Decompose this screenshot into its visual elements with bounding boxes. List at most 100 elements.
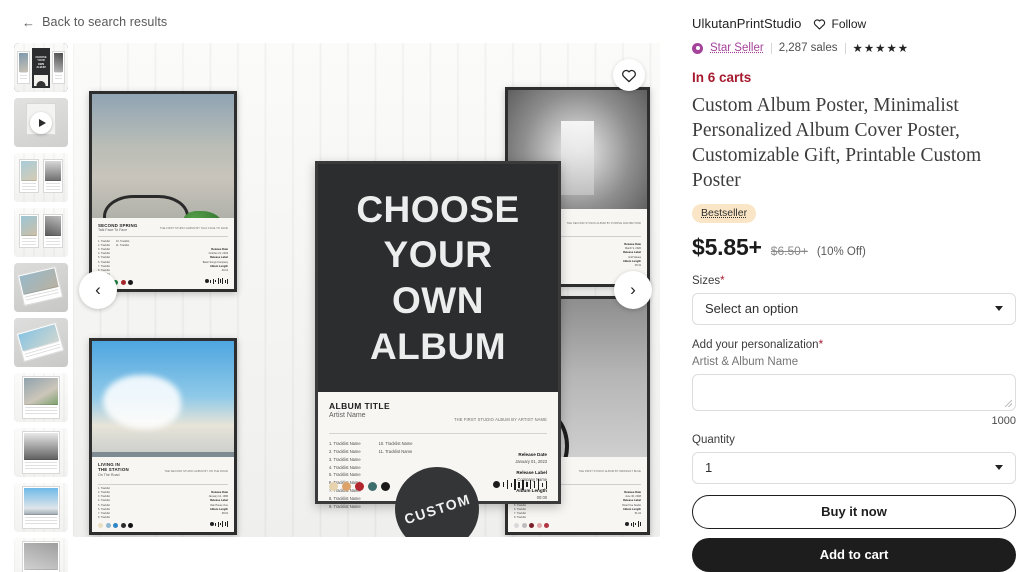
gallery-prev-button[interactable]: ‹ bbox=[79, 271, 117, 309]
thumbnail-image bbox=[14, 263, 68, 312]
shop-name-link[interactable]: UlkutanPrintStudio bbox=[692, 16, 801, 31]
meta-value: Basic Songs Company bbox=[202, 260, 228, 264]
shop-row: UlkutanPrintStudio Follow bbox=[692, 16, 1016, 31]
sizes-select-value: Select an option bbox=[705, 301, 799, 317]
rating-stars[interactable]: ★★★★★ bbox=[853, 41, 910, 55]
thumbnail-angled-sky[interactable] bbox=[14, 318, 68, 367]
star-seller-link[interactable]: Star Seller bbox=[710, 42, 764, 54]
chevron-left-icon: ‹ bbox=[95, 280, 101, 299]
quantity-select[interactable]: 1 bbox=[692, 451, 1016, 484]
bestseller-badge[interactable]: Bestseller bbox=[692, 203, 757, 223]
thumbnail-pair-map-corridor[interactable] bbox=[14, 153, 68, 202]
meta-label: Release Date bbox=[518, 452, 547, 457]
meta-value: March 9, 2020 bbox=[625, 247, 641, 251]
poster-note: THE FIRST STUDIO ALBUM BY MIDNIGHT BLUE bbox=[578, 469, 641, 473]
meta-value: 51:22 bbox=[634, 512, 641, 515]
character-counter: 1000 bbox=[991, 414, 1016, 427]
original-price: $6.50+ bbox=[770, 243, 808, 258]
sizes-select[interactable]: Select an option bbox=[692, 292, 1016, 325]
hero-headline: CHOOSE YOUR OWN ALBUM bbox=[318, 164, 558, 392]
hero-poster-choose-your-own-album: CHOOSE YOUR OWN ALBUM ALBUM TITLE Artist… bbox=[315, 161, 561, 509]
thumbnail-image bbox=[14, 153, 68, 202]
thumbnail-video[interactable] bbox=[14, 98, 68, 147]
chevron-down-icon bbox=[995, 306, 1003, 312]
poster-barcode-icon bbox=[204, 278, 228, 284]
thumbnail-darkness-of-lives[interactable] bbox=[14, 428, 68, 477]
thumbnail-image bbox=[14, 428, 68, 477]
poster-meta: Release Date October 21, 2019 Release La… bbox=[203, 248, 228, 273]
back-to-search-results-link[interactable]: ← Back to search results bbox=[22, 15, 167, 29]
thumbnail-second-spring[interactable] bbox=[14, 373, 68, 422]
in-carts-label: In 6 carts bbox=[692, 70, 752, 85]
thumbnail-image bbox=[14, 98, 68, 147]
personalization-label: Add your personalization* bbox=[692, 339, 1016, 351]
chevron-right-icon: › bbox=[630, 280, 636, 299]
product-page: ← Back to search results CHOOSE YOUR OWN AL… bbox=[0, 0, 1024, 572]
poster-swatches bbox=[98, 523, 228, 528]
poster-meta: Release Date March 9, 2020 Release Label… bbox=[623, 243, 641, 268]
custom-badge-label: CUSTOM bbox=[401, 490, 473, 528]
divider bbox=[844, 42, 846, 54]
hero-meta: Release Date January 01, 2023 Release La… bbox=[515, 447, 547, 501]
poster-subtitle: On The Road bbox=[98, 472, 120, 477]
personalization-input[interactable] bbox=[692, 373, 1016, 411]
star-seller-badge-icon bbox=[692, 42, 703, 54]
sales-count: 2,287 sales bbox=[778, 42, 838, 54]
hero-album-title: ALBUM TITLE bbox=[329, 401, 391, 411]
poster-info-panel: LIVING IN THE STATION On The Road THE SE… bbox=[92, 456, 234, 532]
meta-value: October 21, 2019 bbox=[208, 252, 228, 256]
play-icon bbox=[30, 111, 52, 134]
thumbnail-living-in-the-station[interactable] bbox=[14, 483, 68, 532]
listing-details-panel: UlkutanPrintStudio Follow Star Seller 2,… bbox=[692, 16, 1016, 572]
poster-meta: Release Date June 30, 2008 Release Label… bbox=[622, 491, 641, 516]
hero-tracklist-col1: 1. Tracklist Name 2. Tracklist Name 3. Tra… bbox=[329, 440, 361, 510]
favorite-button[interactable] bbox=[613, 59, 645, 91]
thumbnail-hero-choose-your-own-album[interactable]: CHOOSE YOUR OWN ALBUM bbox=[14, 43, 68, 92]
thumbnail-colorful-dreams-hotel[interactable] bbox=[14, 538, 68, 572]
thumbnail-rail[interactable]: CHOOSE YOUR OWN ALBUM bbox=[14, 43, 68, 572]
resize-grip-icon[interactable] bbox=[1005, 399, 1012, 407]
add-to-cart-button[interactable]: Add to cart bbox=[692, 537, 1016, 572]
thumbnail-image bbox=[14, 318, 68, 367]
personalization-sub-label: Artist & Album Name bbox=[692, 355, 799, 368]
poster-note: THE SECOND STUDIO ALBUM BY ON THE ROAD bbox=[164, 469, 228, 473]
required-marker: * bbox=[818, 338, 824, 351]
meta-value: 00:00 bbox=[536, 494, 547, 500]
product-image-gallery[interactable]: ‹ › SECOND SPRING Talk Face To Face THE … bbox=[73, 43, 660, 537]
discount-label: (10% Off) bbox=[816, 245, 866, 258]
meta-label: Release Label bbox=[516, 470, 547, 476]
page-title: Custom Album Poster, Minimalist Personal… bbox=[692, 95, 982, 191]
poster-meta: Release Date January 14, 1996 Release La… bbox=[209, 491, 228, 516]
hero-barcode-icon bbox=[493, 479, 547, 490]
divider bbox=[770, 42, 772, 54]
buy-it-now-button[interactable]: Buy it now bbox=[692, 494, 1016, 529]
hero-headline-line: ALBUM bbox=[369, 325, 507, 367]
poster-living-in-the-station: LIVING IN THE STATION On The Road THE SE… bbox=[89, 338, 237, 535]
thumbnail-pair-map-bicycle[interactable] bbox=[14, 208, 68, 257]
follow-label: Follow bbox=[831, 16, 867, 31]
meta-value: Grid Values bbox=[628, 255, 641, 259]
meta-value: January 14, 1996 bbox=[208, 495, 228, 499]
meta-value: January 01, 2023 bbox=[515, 458, 547, 464]
heart-icon bbox=[622, 69, 636, 82]
follow-button[interactable]: Follow bbox=[813, 17, 866, 31]
thumbnail-image bbox=[14, 373, 68, 422]
poster-note: THE SECOND STUDIO ALBUM BY PURPLE AND BE… bbox=[566, 221, 641, 225]
gallery-next-button[interactable]: › bbox=[614, 271, 652, 309]
hero-headline-line: CHOOSE bbox=[356, 188, 520, 230]
meta-value: June 30, 2008 bbox=[625, 495, 641, 499]
meta-value: 38:04 bbox=[221, 512, 228, 515]
required-marker: * bbox=[720, 274, 725, 287]
meta-value: 45:31 bbox=[634, 264, 641, 267]
heart-outline-icon bbox=[814, 18, 826, 30]
thumbnail-image bbox=[14, 483, 68, 532]
chevron-down-icon bbox=[995, 465, 1003, 471]
hero-swatches bbox=[329, 482, 390, 491]
meta-value: 40:12 bbox=[221, 269, 228, 272]
thumbnail-angled-posters[interactable] bbox=[14, 263, 68, 312]
arrow-left-icon: ← bbox=[22, 14, 36, 30]
poster-barcode-icon bbox=[625, 521, 641, 527]
thumbnail-image bbox=[14, 208, 68, 257]
poster-second-spring: SECOND SPRING Talk Face To Face THE FIRS… bbox=[89, 91, 237, 292]
poster-swatches bbox=[514, 523, 641, 528]
